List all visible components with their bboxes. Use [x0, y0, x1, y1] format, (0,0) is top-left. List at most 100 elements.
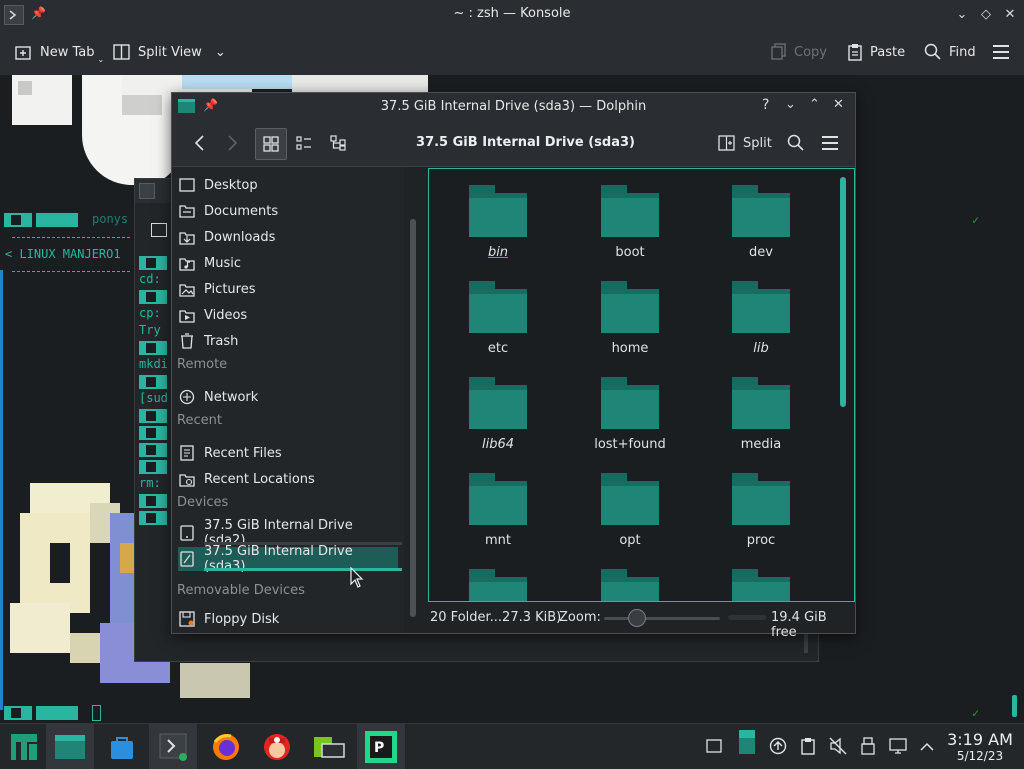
place-drive-sda3[interactable]: 37.5 GiB Internal Drive (sda3)	[178, 544, 402, 574]
prompt-path	[36, 706, 78, 720]
zoom-slider-handle[interactable]	[628, 609, 646, 627]
volume-muted-icon[interactable]	[828, 736, 848, 756]
maximize-icon[interactable]: ⌃	[809, 97, 820, 112]
usb-device-icon[interactable]	[858, 736, 878, 756]
clipboard-icon[interactable]	[798, 736, 818, 756]
drive-icon	[178, 525, 196, 541]
search-button[interactable]	[784, 128, 808, 158]
place-documents[interactable]: Documents	[178, 199, 398, 223]
icons-view-button[interactable]	[255, 128, 287, 160]
check-icon: ✓	[972, 213, 980, 227]
paste-button[interactable]: Paste	[847, 29, 905, 75]
status-bar: 20 Folder...27.3 KiB) Zoom: 19.4 GiB fre…	[428, 601, 855, 640]
place-label: Recent Files	[204, 445, 282, 461]
back-button[interactable]	[184, 128, 214, 158]
prompt-badge	[139, 409, 167, 423]
folder-partial[interactable]	[575, 561, 685, 601]
folder-item[interactable]: opt	[575, 465, 685, 561]
places-scrollbar[interactable]	[410, 219, 416, 617]
place-downloads[interactable]: Downloads	[178, 225, 398, 249]
folder-item[interactable]: home	[575, 273, 685, 369]
task-firefox[interactable]	[202, 724, 250, 769]
place-label: Documents	[204, 203, 279, 219]
show-desktop-icon[interactable]	[704, 736, 724, 756]
hamburger-menu-icon[interactable]	[992, 29, 1010, 75]
prompt-path	[36, 213, 78, 227]
folder-label: lib	[753, 341, 769, 356]
folder-item[interactable]: boot	[575, 177, 685, 273]
split-view-icon	[113, 44, 130, 60]
folder-item[interactable]: mnt	[443, 465, 553, 561]
location-bar[interactable]: 37.5 GiB Internal Drive (sda3)	[372, 135, 679, 150]
close-icon[interactable]: ✕	[833, 97, 844, 112]
task-konsole[interactable]	[149, 724, 197, 769]
network-wired-icon[interactable]	[888, 736, 908, 756]
task-mario-game[interactable]	[253, 724, 301, 769]
folder-item[interactable]: dev	[706, 177, 816, 273]
folder-item[interactable]: proc	[706, 465, 816, 561]
place-pictures[interactable]: Pictures	[178, 277, 398, 301]
zoom-slider[interactable]	[604, 609, 720, 627]
place-desktop[interactable]: Desktop	[178, 173, 398, 197]
app-launcher[interactable]	[0, 724, 48, 769]
compact-view-button[interactable]	[289, 128, 319, 158]
minimize-icon[interactable]: ⌄	[953, 6, 971, 24]
maximize-icon[interactable]: ◇	[977, 6, 995, 24]
chevron-up-icon[interactable]	[917, 736, 937, 756]
status-summary: 20 Folder...27.3 KiB)	[430, 610, 562, 625]
clock[interactable]: 3:19 AM 5/12/23	[944, 731, 1016, 764]
split-view-button[interactable]: Split View ⌄	[113, 29, 226, 75]
place-floppy[interactable]: Floppy Disk	[178, 607, 398, 631]
folder-label: home	[611, 341, 649, 356]
view-scrollbar[interactable]	[840, 177, 846, 407]
downloads-icon	[178, 229, 196, 245]
split-view-icon	[718, 135, 735, 151]
copy-label: Copy	[794, 44, 827, 60]
forward-button[interactable]	[218, 128, 248, 158]
compact-list-icon	[296, 136, 311, 150]
task-dolphin[interactable]	[46, 724, 94, 769]
dolphin-window[interactable]: 📌 37.5 GiB Internal Drive (sda3) — Dolph…	[171, 92, 856, 640]
folder-item[interactable]: media	[706, 369, 816, 465]
split-label: Split	[743, 135, 772, 151]
find-button[interactable]: Find	[924, 29, 976, 75]
folder-icon	[55, 734, 85, 759]
new-tab-button[interactable]: New Tab ⌄	[15, 29, 104, 75]
split-button[interactable]: Split	[718, 128, 772, 158]
folder-item[interactable]: lib	[706, 273, 816, 369]
folder-item[interactable]: etc	[443, 273, 553, 369]
firefox-icon	[213, 733, 239, 760]
folder-item[interactable]: lost+found	[575, 369, 685, 465]
folder-partial[interactable]	[443, 561, 553, 601]
details-view-button[interactable]	[323, 128, 353, 158]
folder-icon	[469, 473, 527, 525]
mario-icon	[264, 733, 290, 760]
tray-app-icon[interactable]	[737, 730, 757, 754]
place-music[interactable]: Music	[178, 251, 398, 275]
hamburger-menu-icon[interactable]	[818, 128, 842, 158]
folder-item[interactable]: lib64	[443, 369, 553, 465]
terminal-scrollbar[interactable]	[1012, 695, 1017, 717]
paste-icon	[848, 44, 862, 61]
terminal-banner-rule	[12, 237, 130, 239]
place-trash[interactable]: Trash	[178, 329, 398, 353]
help-icon[interactable]: ?	[762, 97, 769, 113]
prompt-badge	[139, 511, 167, 525]
task-pycharm[interactable]: P	[357, 724, 405, 769]
updates-icon[interactable]	[768, 736, 788, 756]
place-network[interactable]: Network	[178, 385, 398, 409]
minimize-icon[interactable]: ⌄	[785, 97, 796, 112]
place-recent-locations[interactable]: Recent Locations	[178, 467, 398, 491]
task-discover[interactable]	[98, 724, 146, 769]
folder-partial[interactable]	[706, 561, 816, 601]
copy-button[interactable]: Copy	[771, 29, 827, 75]
task-nvidia-app[interactable]	[305, 724, 353, 769]
folder-item[interactable]: bin	[443, 177, 553, 273]
file-view[interactable]: bin boot dev etc home lib lib64 lost+found media…	[428, 168, 855, 602]
close-icon[interactable]: ✕	[1001, 6, 1019, 24]
place-videos[interactable]: Videos	[178, 303, 398, 327]
desktop-icon	[178, 177, 196, 193]
folder-icon	[732, 473, 790, 525]
place-drive-sda2[interactable]: 37.5 GiB Internal Drive (sda2)	[178, 518, 402, 548]
place-recent-files[interactable]: Recent Files	[178, 441, 398, 465]
